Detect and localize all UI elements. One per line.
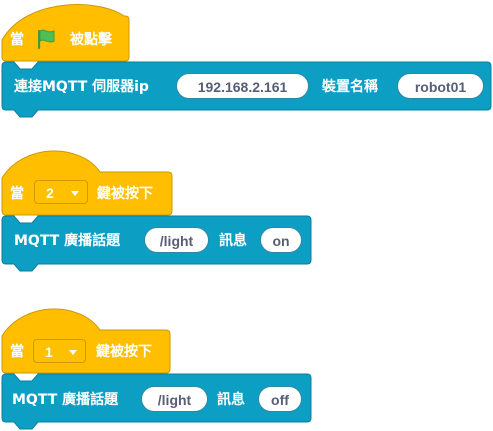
scripts-canvas: 當 被點擊 連接MQTT 伺服器ip 192.168.2.161 裝置名稱 ro…: [0, 0, 493, 431]
when-key-pressed-hat-block[interactable]: [1, 308, 171, 374]
when-label: 當: [10, 344, 24, 360]
key-pressed-label: 鍵被按下: [96, 344, 152, 360]
message-input[interactable]: off: [258, 386, 302, 412]
script3-shapes: [1, 308, 312, 430]
chevron-down-icon: [69, 350, 77, 355]
topic-input[interactable]: /light: [141, 386, 208, 412]
message-label: 訊息: [217, 392, 245, 408]
key-dropdown[interactable]: 1: [33, 339, 86, 363]
key-value: 1: [45, 344, 53, 360]
mqtt-publish-label: MQTT 廣播話題: [12, 392, 119, 408]
